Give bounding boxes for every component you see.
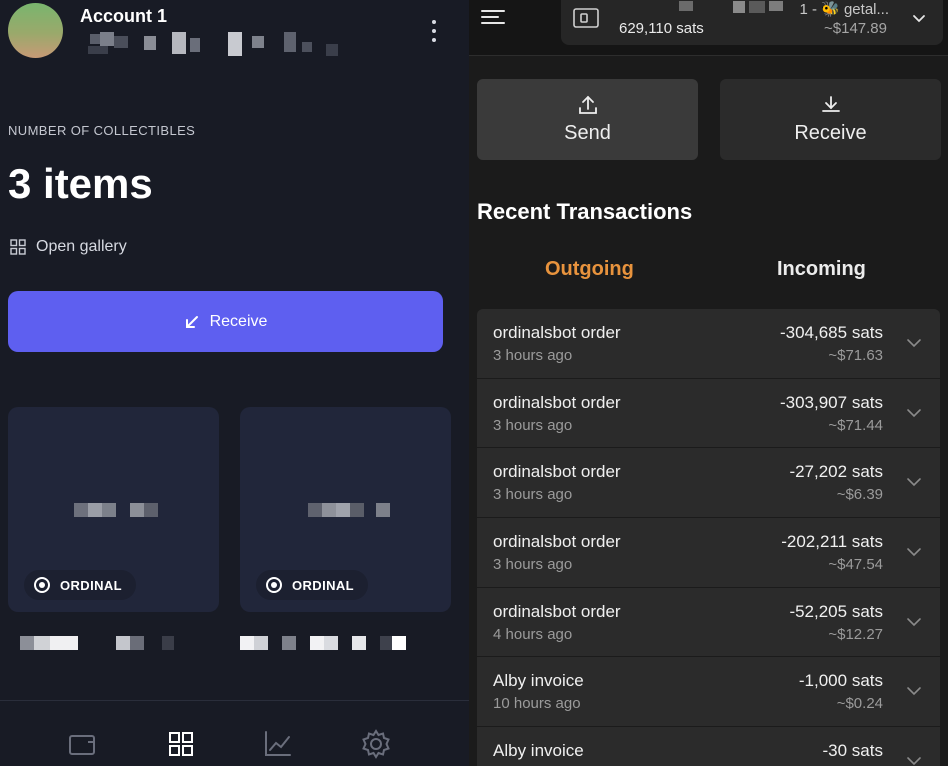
transaction-usd: ~$71.44: [828, 416, 883, 434]
tab-incoming[interactable]: Incoming: [777, 258, 866, 281]
avatar[interactable]: [8, 3, 63, 58]
transaction-name: ordinalsbot order: [493, 601, 621, 621]
transaction-row[interactable]: ordinalsbot order 3 hours ago -304,685 s…: [477, 309, 940, 379]
collectibles-label: NUMBER OF COLLECTIBLES: [8, 123, 196, 138]
collectible-thumbnail-redacted: [308, 503, 390, 517]
chevron-down-icon[interactable]: [906, 753, 922, 766]
transaction-time: 3 hours ago: [493, 347, 573, 364]
collectible-thumbnail-redacted: [74, 503, 158, 517]
ordinal-badge-label: ORDINAL: [292, 577, 355, 593]
collectibles-panel: Account 1 NUMBER OF COLLECTIBLES 3 items…: [0, 0, 469, 766]
transaction-usd: ~$12.27: [828, 625, 883, 643]
chevron-down-icon[interactable]: [906, 405, 922, 421]
transaction-amount: -30 sats: [822, 741, 883, 761]
transaction-time: 3 hours ago: [493, 556, 573, 574]
chevron-down-icon[interactable]: [906, 335, 922, 351]
collectible-card[interactable]: ORDINAL: [240, 407, 451, 612]
transaction-name: Alby invoice: [493, 671, 584, 691]
open-gallery-link[interactable]: Open gallery: [10, 238, 127, 256]
collectibles-count: 3 items: [8, 160, 153, 207]
transaction-usd: ~$47.54: [828, 556, 883, 574]
transaction-list: ordinalsbot order 3 hours ago -304,685 s…: [477, 309, 940, 766]
ordinal-badge: ORDINAL: [256, 570, 369, 600]
transaction-usd: ~$71.63: [828, 347, 883, 364]
wallet-panel: 1 - 🐝 getal... 629,110 sats ~$147.89 Sen…: [469, 0, 948, 766]
transaction-row[interactable]: ordinalsbot order 3 hours ago -202,211 s…: [477, 518, 940, 588]
recent-transactions-title: Recent Transactions: [477, 199, 693, 224]
send-button[interactable]: Send: [477, 79, 698, 160]
arrow-down-left-icon: [185, 315, 198, 328]
open-gallery-label: Open gallery: [36, 238, 127, 255]
transaction-time: 3 hours ago: [493, 486, 573, 504]
receive-button[interactable]: Receive: [720, 79, 941, 160]
transaction-amount: -202,211 sats: [781, 532, 883, 552]
chart-icon[interactable]: [262, 728, 294, 760]
receive-button[interactable]: Receive: [8, 291, 443, 352]
wallet-icon: [573, 8, 599, 28]
transaction-row[interactable]: ordinalsbot order 3 hours ago -27,202 sa…: [477, 448, 940, 519]
account-selector[interactable]: 1 - 🐝 getal... 629,110 sats ~$147.89: [561, 0, 943, 45]
transaction-time: 3 hours ago: [493, 416, 573, 434]
transaction-amount: -303,907 sats: [779, 392, 883, 412]
upload-icon: [578, 95, 597, 114]
chevron-down-icon[interactable]: [906, 474, 922, 490]
collectible-name-redacted: [240, 636, 406, 650]
transaction-name: ordinalsbot order: [493, 323, 621, 342]
more-options-icon[interactable]: [424, 20, 444, 42]
transaction-row[interactable]: ordinalsbot order 4 hours ago -52,205 sa…: [477, 587, 940, 658]
ordinal-badge-label: ORDINAL: [60, 577, 123, 593]
ordinal-icon: [266, 577, 282, 593]
chevron-down-icon[interactable]: [906, 614, 922, 630]
transaction-name: ordinalsbot order: [493, 462, 621, 482]
transaction-name: ordinalsbot order: [493, 532, 621, 552]
transaction-amount: -1,000 sats: [798, 671, 883, 691]
grid-icon[interactable]: [165, 728, 197, 760]
chevron-down-icon: [913, 15, 925, 23]
transaction-usd: ~$6.39: [836, 486, 883, 504]
transaction-row[interactable]: Alby invoice 10 hours ago -1,000 sats ~$…: [477, 657, 940, 728]
receive-button-label: Receive: [794, 122, 867, 144]
transaction-name: Alby invoice: [493, 741, 584, 761]
menu-icon[interactable]: [481, 10, 505, 28]
balance-usd: ~$147.89: [824, 20, 887, 37]
transaction-amount: -304,685 sats: [779, 323, 883, 342]
balance-sats: 629,110 sats: [619, 20, 704, 37]
top-bar: 1 - 🐝 getal... 629,110 sats ~$147.89: [469, 0, 948, 56]
chevron-down-icon[interactable]: [906, 683, 922, 699]
transaction-time: 10 hours ago: [493, 695, 581, 713]
chevron-down-icon[interactable]: [906, 544, 922, 560]
account-name: 1 - 🐝 getal...: [799, 1, 889, 18]
send-button-label: Send: [564, 122, 611, 144]
transaction-amount: -52,205 sats: [789, 601, 883, 621]
account-name[interactable]: Account 1: [80, 6, 167, 27]
transaction-row[interactable]: Alby invoice -30 sats: [477, 727, 940, 766]
transaction-amount: -27,202 sats: [789, 462, 883, 482]
tab-outgoing[interactable]: Outgoing: [545, 258, 634, 281]
transaction-row[interactable]: ordinalsbot order 3 hours ago -303,907 s…: [477, 378, 940, 449]
receive-button-label: Receive: [209, 312, 268, 330]
collectible-name-redacted: [20, 636, 174, 650]
ordinal-badge: ORDINAL: [24, 570, 137, 600]
transaction-time: 4 hours ago: [493, 625, 573, 643]
bottom-nav-divider: [0, 700, 469, 701]
download-icon: [821, 96, 840, 112]
transaction-name: ordinalsbot order: [493, 392, 621, 412]
settings-icon[interactable]: [360, 728, 392, 760]
transaction-usd: ~$0.24: [836, 695, 883, 713]
wallet-icon[interactable]: [66, 728, 98, 760]
grid-icon: [10, 239, 26, 255]
collectible-card[interactable]: ORDINAL: [8, 407, 219, 612]
account-address-redacted: [88, 32, 338, 56]
ordinal-icon: [34, 577, 50, 593]
